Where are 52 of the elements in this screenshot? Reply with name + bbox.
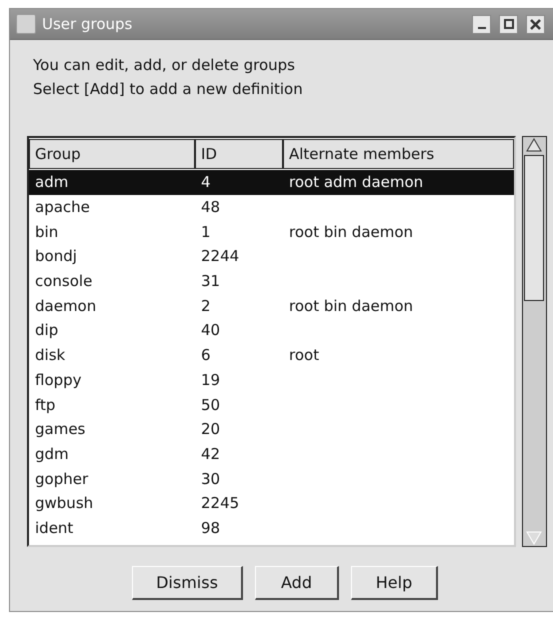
table-cell-text: bin (34, 222, 60, 241)
table-row[interactable]: adm 4 root adm daemon (29, 170, 514, 195)
table-cell-text: 2244 (200, 247, 240, 266)
table-cell-text: 30 (200, 470, 222, 488)
table-cell-text: root bin daemon (288, 296, 414, 315)
table-cell-text: 50 (200, 396, 222, 414)
dialog-button[interactable]: Dismiss (132, 566, 243, 600)
table-cell-text: root bin daemon (288, 222, 414, 241)
column-header[interactable]: Alternate members (283, 139, 514, 169)
table-cell-text: 1 (200, 222, 212, 241)
maximize-icon (504, 19, 514, 29)
table-cell-text: ftp (34, 396, 56, 414)
table-cell-text: daemon (34, 296, 98, 315)
message-text: You can edit, add, or delete groups (33, 55, 296, 76)
table-cell-text: 19 (200, 370, 222, 389)
table-cell-text: root adm daemon (288, 173, 424, 192)
table-cell-text: gwbush (34, 494, 94, 512)
table-cell-text: 4 (200, 173, 212, 192)
table-cell-text: 2245 (200, 494, 240, 512)
table-cell-text: games (34, 420, 86, 438)
table-cell-text: 42 (200, 444, 222, 463)
table-cell-text: gdm (34, 444, 70, 463)
table-cell-text: 2 (200, 296, 212, 315)
dialog-button[interactable]: Help (351, 566, 438, 600)
table-cell-text: 31 (200, 272, 222, 290)
table-cell-text: disk (34, 346, 66, 364)
scrollbar[interactable] (522, 136, 547, 547)
table-cell-text: ident (34, 518, 74, 537)
table-cell-text: dip (34, 321, 60, 340)
column-header[interactable]: ID (195, 139, 283, 169)
table-cell-text: 40 (200, 321, 222, 340)
close-icon (530, 18, 541, 30)
message-text: Select [Add] to add a new definition (33, 79, 304, 100)
minimize-icon (478, 26, 486, 28)
table-cell-text: apache (34, 198, 91, 216)
column-header[interactable]: Group (29, 139, 195, 169)
table-cell-text: console (34, 272, 94, 290)
table-cell-text: gopher (34, 470, 90, 488)
dialog-button[interactable]: Add (255, 566, 339, 600)
minimize-button[interactable] (472, 14, 491, 34)
table-cell-text: adm (34, 173, 70, 192)
table-cell-text: 20 (200, 420, 222, 438)
scroll-thumb[interactable] (524, 155, 544, 301)
close-button[interactable] (526, 14, 545, 34)
table-cell-text: 98 (200, 518, 222, 537)
table-cell-text: root (288, 346, 320, 364)
table-cell-text: 48 (200, 198, 222, 216)
window-title: User groups (42, 15, 132, 33)
maximize-button[interactable] (499, 14, 518, 34)
table-cell-text: 6 (200, 346, 212, 364)
table-cell-text: floppy (34, 370, 83, 389)
table-cell-text: bondj (34, 247, 78, 266)
